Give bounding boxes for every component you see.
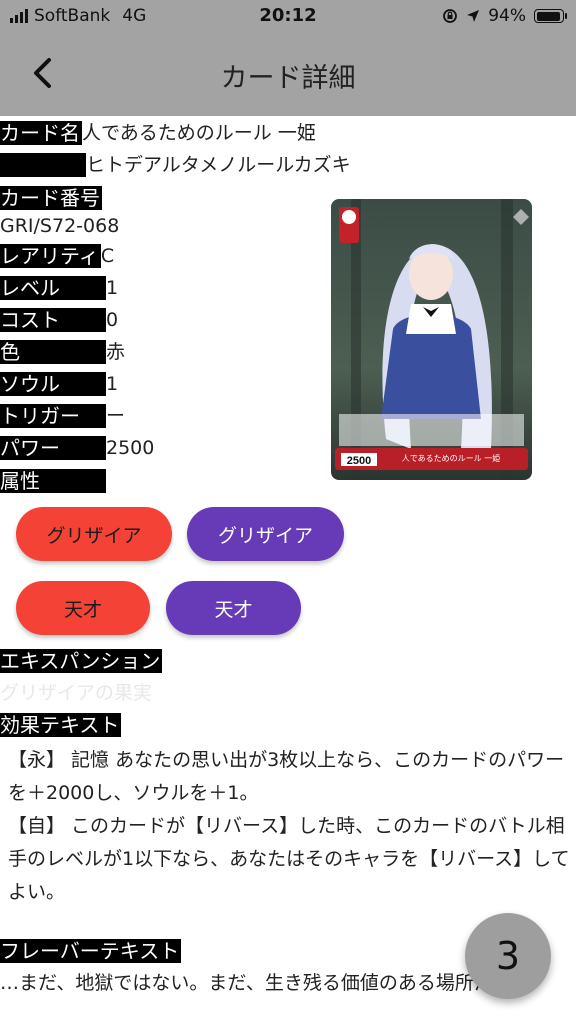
battery-percent: 94% bbox=[488, 6, 526, 26]
soul-value: 1 bbox=[106, 373, 119, 395]
color-row: 色赤 bbox=[0, 340, 125, 364]
attribute-chip-2[interactable]: グリザイア bbox=[187, 507, 344, 561]
expansion-value: グリザイアの果実 bbox=[0, 682, 153, 704]
page-title: カード詳細 bbox=[220, 63, 356, 94]
attribute-chip-4[interactable]: 天才 bbox=[166, 581, 301, 635]
soul-label: ソウル bbox=[0, 372, 106, 396]
power-row: パワー 2500 bbox=[0, 436, 154, 460]
rarity-value: C bbox=[100, 245, 115, 267]
card-name-row: カード名 人であるためのルール 一姫 bbox=[0, 121, 316, 145]
color-value: 赤 bbox=[106, 341, 126, 363]
expansion-label: エキスパンション bbox=[0, 649, 163, 673]
power-value: 2500 bbox=[106, 437, 155, 459]
trigger-label: トリガー bbox=[0, 404, 106, 428]
orientation-lock-icon bbox=[443, 9, 458, 23]
effect-label: 効果テキスト bbox=[0, 713, 122, 737]
location-icon bbox=[467, 10, 480, 22]
card-number-label-row: カード番号 bbox=[0, 186, 102, 210]
card-kana-value: ヒトデアルタメノルールカズキ bbox=[86, 154, 351, 176]
card-name-value: 人であるためのルール 一姫 bbox=[82, 122, 316, 144]
card-kana-row: ヒトデアルタメノルールカズキ bbox=[0, 153, 351, 177]
level-label: レベル bbox=[0, 276, 106, 300]
expansion-label-row: エキスパンション bbox=[0, 649, 163, 673]
attribute-chip-3[interactable]: 天才 bbox=[16, 581, 150, 635]
attribute-row: 属性 bbox=[0, 469, 106, 493]
attribute-label: 属性 bbox=[0, 469, 106, 493]
card-image-power: 2500 bbox=[347, 455, 371, 467]
card-number-value: GRI/S72-068 bbox=[0, 215, 120, 237]
battery-fill bbox=[536, 11, 560, 21]
card-image[interactable]: 2500 人であるためのルール 一姫 bbox=[331, 199, 532, 480]
effect-text-1: 【永】 記憶 あなたの思い出が3枚以上なら、このカードのパワーを＋2000し、ソ… bbox=[8, 749, 565, 804]
effect-label-row: 効果テキスト bbox=[0, 713, 122, 737]
battery-icon bbox=[534, 9, 567, 23]
soul-row: ソウル 1 bbox=[0, 372, 118, 396]
card-number-label: カード番号 bbox=[0, 186, 102, 210]
nav-bar: カード詳細 bbox=[0, 34, 576, 116]
card-kana-label bbox=[0, 153, 86, 177]
status-bar: SoftBank 4G 20:12 94% bbox=[0, 0, 576, 34]
level-row: レベル 1 bbox=[0, 276, 118, 300]
rarity-label: レアリティ bbox=[0, 244, 101, 268]
color-label: 色 bbox=[0, 340, 106, 364]
trigger-value: ー bbox=[106, 405, 126, 427]
card-illustration: 2500 人であるためのルール 一姫 bbox=[331, 199, 532, 480]
cost-value: 0 bbox=[106, 309, 119, 331]
status-right: 94% bbox=[442, 6, 567, 26]
rarity-row: レアリティ C bbox=[0, 244, 114, 268]
cost-row: コスト 0 bbox=[0, 308, 118, 332]
cost-label: コスト bbox=[0, 308, 106, 332]
page-count-fab[interactable]: 3 bbox=[465, 913, 551, 999]
power-label: パワー bbox=[0, 436, 106, 460]
card-number-row: GRI/S72-068 bbox=[0, 214, 119, 238]
expansion-row: グリザイアの果実 bbox=[0, 681, 152, 705]
card-name-label: カード名 bbox=[0, 121, 82, 145]
level-value: 1 bbox=[106, 277, 119, 299]
flavor-label: フレーバーテキスト bbox=[0, 939, 182, 963]
flavor-label-row: フレーバーテキスト bbox=[0, 939, 182, 963]
effect-text-2: 【自】 このカードが【リバース】した時、このカードのバトル相手のレベルが1以下な… bbox=[8, 815, 570, 903]
attribute-chip-1[interactable]: グリザイア bbox=[16, 507, 172, 561]
card-image-name: 人であるためのルール 一姫 bbox=[402, 453, 500, 463]
trigger-row: トリガーー bbox=[0, 404, 125, 428]
